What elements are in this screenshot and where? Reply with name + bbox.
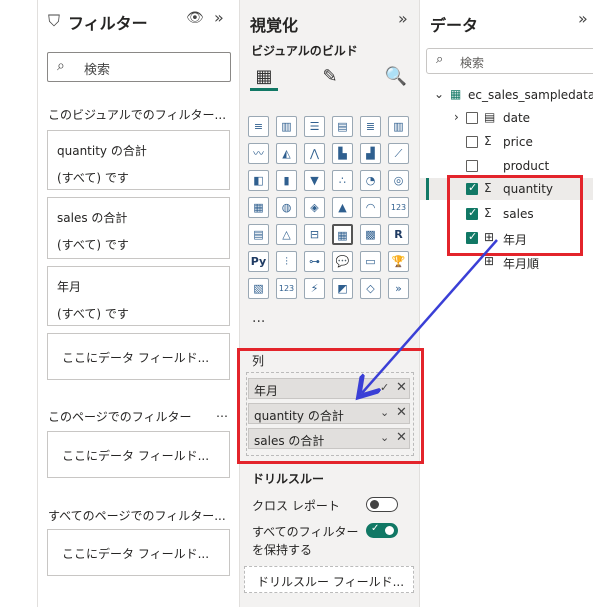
- annotation-arrow: [0, 239, 498, 607]
